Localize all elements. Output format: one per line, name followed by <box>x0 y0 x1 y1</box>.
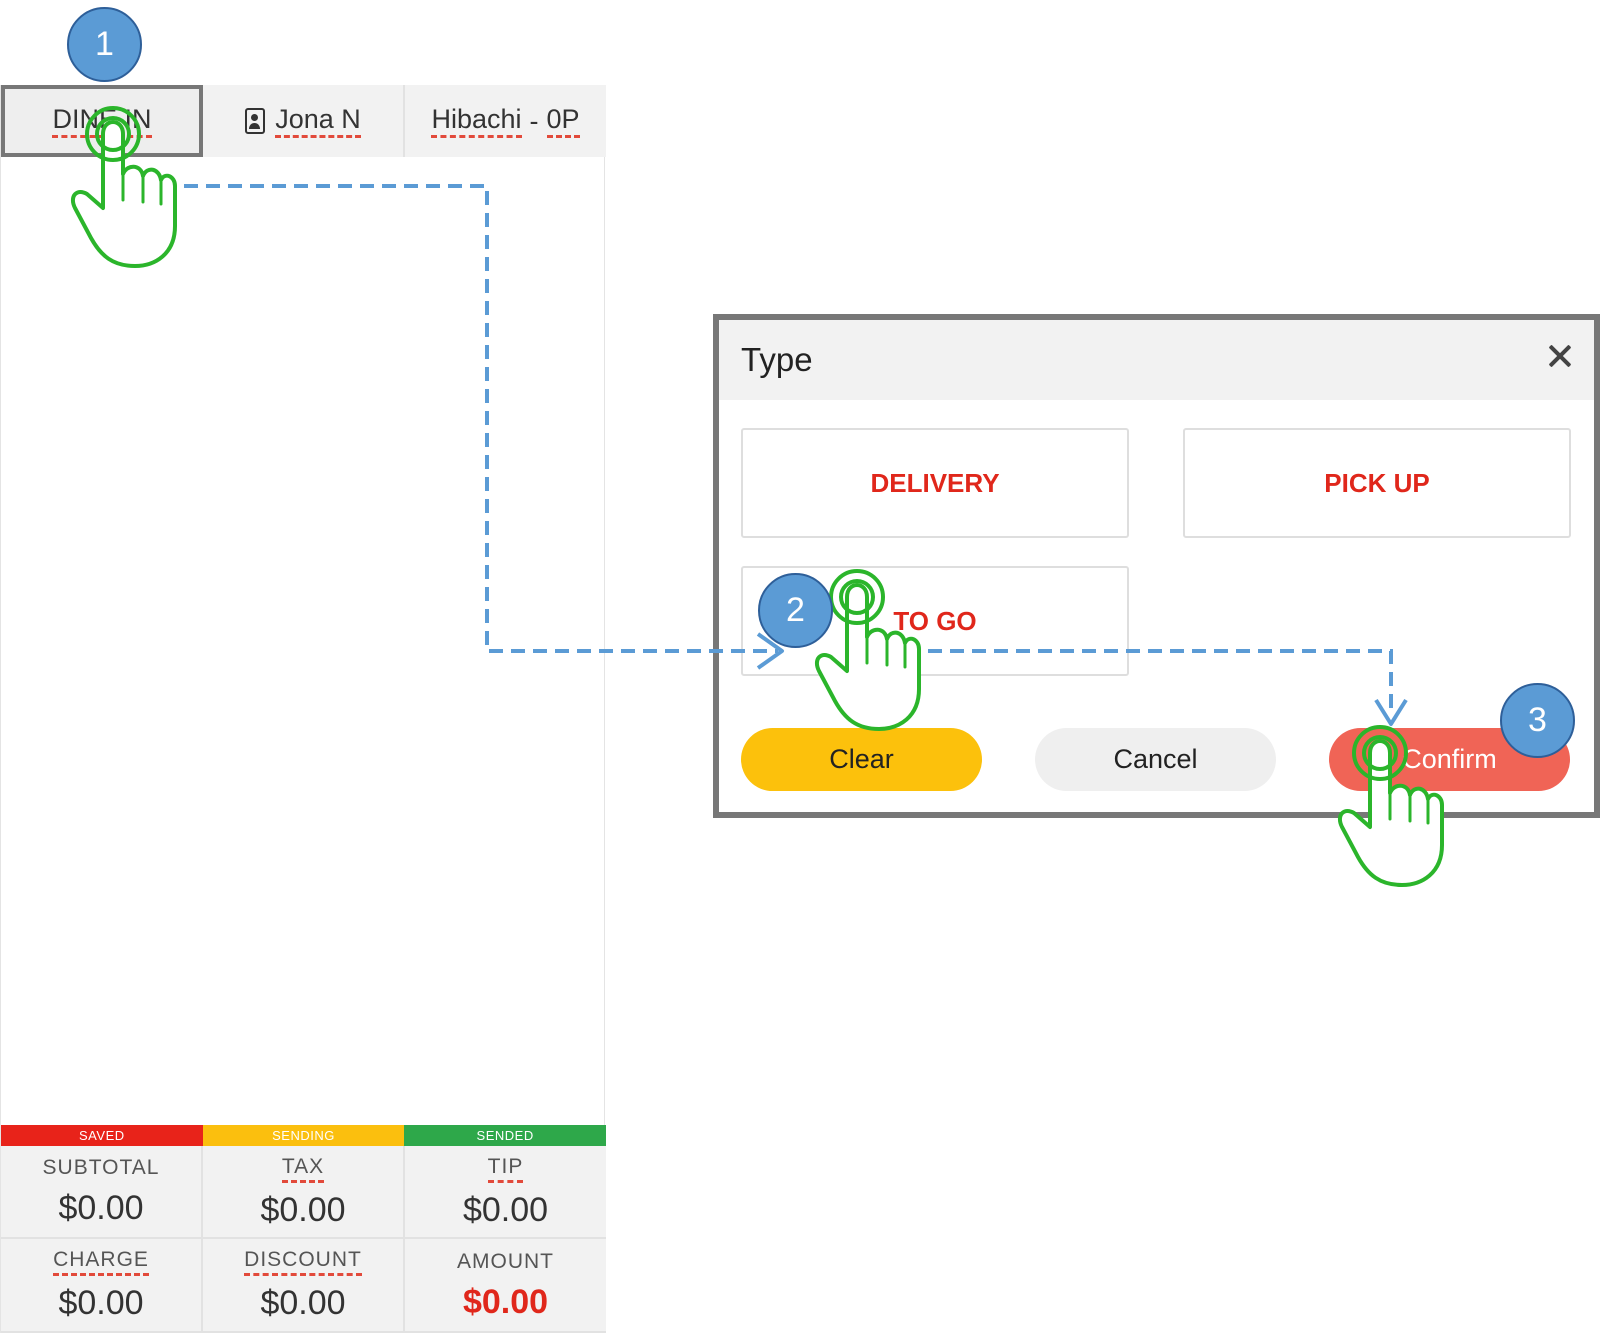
totals-grid: SUBTOTAL $0.00 TAX $0.00 TIP $0.00 CHARG… <box>1 1146 606 1333</box>
order-type-label: DINE IN <box>52 104 152 138</box>
table-tab[interactable]: Hibachi - 0P <box>405 85 606 157</box>
tip-cell[interactable]: TIP $0.00 <box>405 1146 606 1239</box>
subtotal-value: $0.00 <box>58 1189 144 1227</box>
charge-value: $0.00 <box>58 1284 144 1322</box>
discount-label: DISCOUNT <box>244 1247 362 1276</box>
party-size: 0P <box>546 104 580 138</box>
order-panel: DINE IN Jona N Hibachi - 0P SAVED SENDIN… <box>0 85 606 1333</box>
step-3-badge: 3 <box>1500 683 1575 758</box>
order-type-tab[interactable]: DINE IN <box>1 85 203 157</box>
dialog-title: Type <box>741 341 813 378</box>
tip-value: $0.00 <box>462 1190 549 1229</box>
charge-label: CHARGE <box>53 1247 149 1276</box>
dialog-header: Type <box>719 320 1594 400</box>
cancel-button[interactable]: Cancel <box>1035 728 1276 791</box>
customer-name: Jona N <box>275 104 361 138</box>
close-icon[interactable] <box>1546 342 1574 370</box>
discount-value: $0.00 <box>260 1284 346 1322</box>
step-1-badge: 1 <box>67 7 142 82</box>
pickup-option[interactable]: PICK UP <box>1183 428 1571 538</box>
table-separator: - <box>529 105 539 136</box>
customer-tab[interactable]: Jona N <box>203 85 405 157</box>
amount-value: $0.00 <box>462 1282 549 1321</box>
order-header-tabs: DINE IN Jona N Hibachi - 0P <box>1 85 606 157</box>
step-2-badge: 2 <box>758 573 833 648</box>
contact-card-icon <box>245 108 266 134</box>
tax-cell[interactable]: TAX $0.00 <box>203 1146 405 1239</box>
status-sending: SENDING <box>202 1125 405 1146</box>
charge-cell[interactable]: CHARGE $0.00 <box>1 1239 203 1333</box>
status-sended: SENDED <box>404 1125 606 1146</box>
order-status-bar: SAVED SENDING SENDED <box>1 1125 606 1146</box>
tax-value: $0.00 <box>260 1190 346 1229</box>
subtotal-label: SUBTOTAL <box>42 1156 160 1179</box>
tax-label: TAX <box>281 1154 325 1183</box>
amount-cell: AMOUNT $0.00 <box>405 1239 606 1333</box>
order-type-dialog: Type DELIVERY PICK UP TO GO Clear Cancel… <box>713 314 1600 818</box>
subtotal-cell: SUBTOTAL $0.00 <box>1 1146 203 1239</box>
delivery-option[interactable]: DELIVERY <box>741 428 1129 538</box>
amount-label: AMOUNT <box>457 1249 554 1273</box>
discount-cell[interactable]: DISCOUNT $0.00 <box>203 1239 405 1333</box>
table-name: Hibachi <box>431 104 522 138</box>
clear-button[interactable]: Clear <box>741 728 982 791</box>
status-saved: SAVED <box>1 1125 203 1146</box>
tip-label: TIP <box>487 1154 524 1183</box>
